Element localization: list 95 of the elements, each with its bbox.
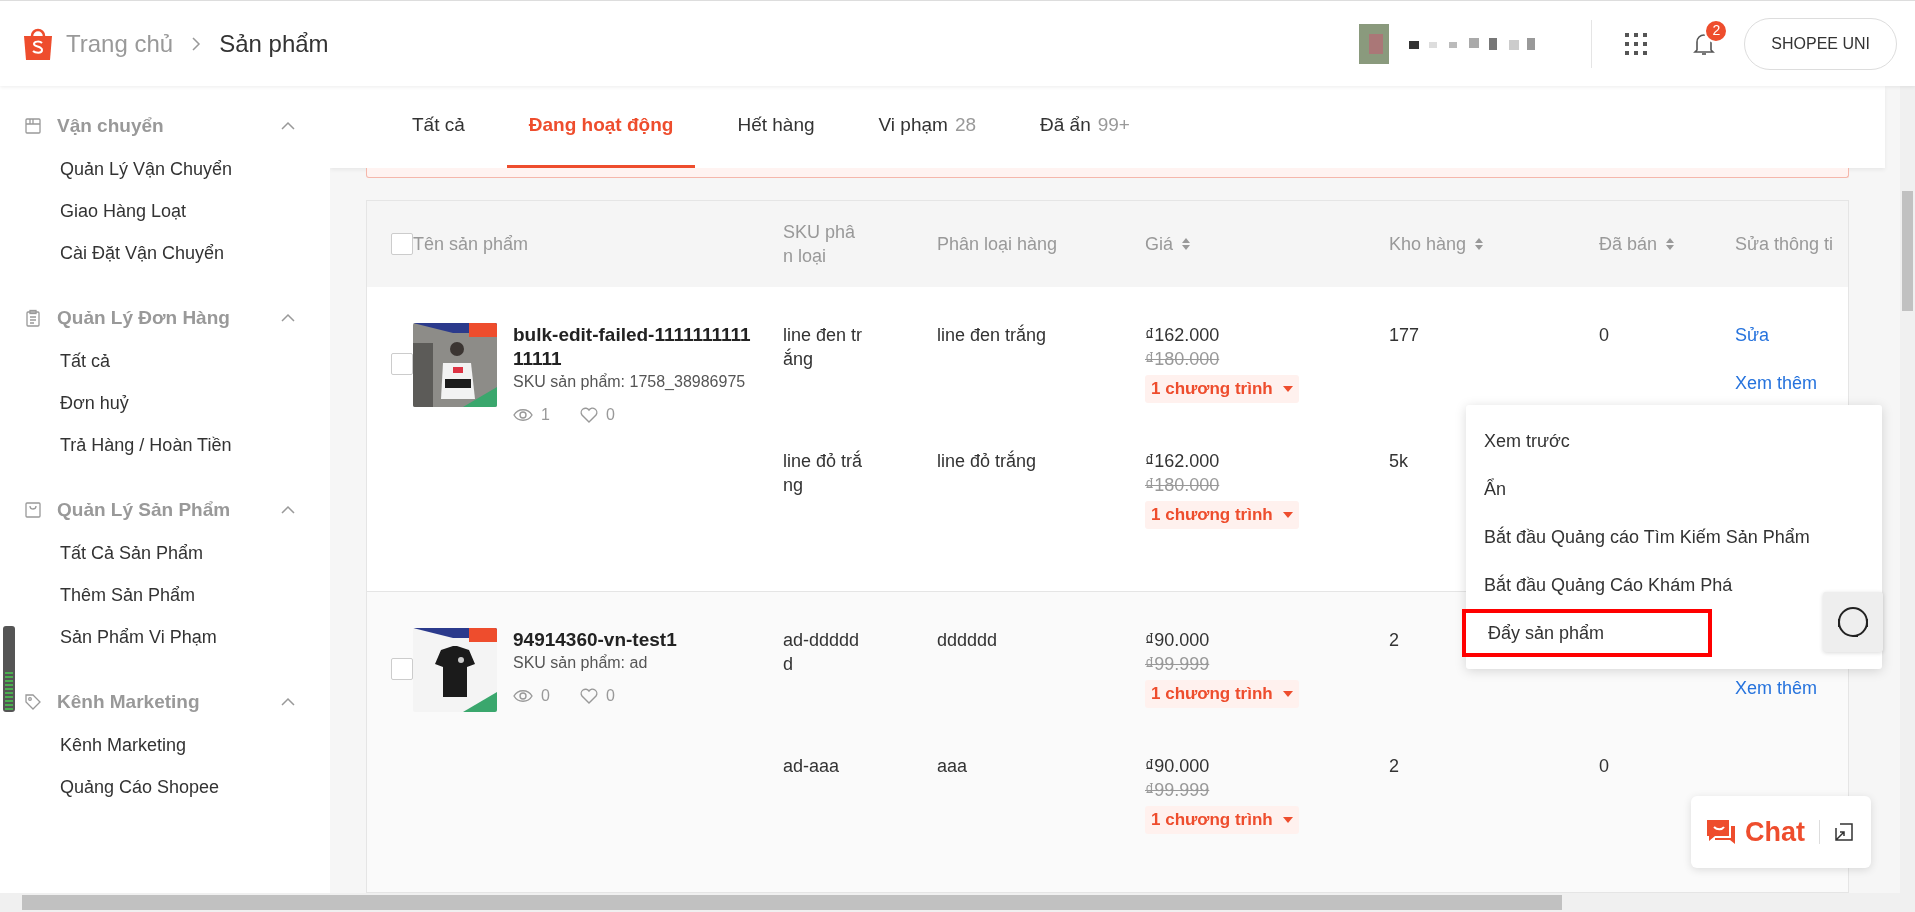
vertical-scrollbar[interactable] (1902, 191, 1913, 311)
checkbox[interactable] (391, 658, 413, 680)
price: ₫162.000 (1145, 450, 1220, 473)
variant-name: line đen trắng (937, 325, 1047, 345)
column-header: Sửa thông ti (1735, 232, 1834, 256)
like-count: 0 (605, 405, 615, 425)
checkbox[interactable] (391, 353, 413, 375)
menu-item[interactable]: Ẩn (1466, 465, 1882, 513)
sidebar-item[interactable]: Giao Hàng Loạt (60, 190, 296, 232)
view-count: 0 (541, 686, 550, 706)
tab[interactable]: Hết hàng (715, 86, 837, 168)
stock: 5k (1389, 451, 1408, 471)
menu-item[interactable]: Bắt đầu Quảng Cáo Khám Phá (1466, 561, 1882, 609)
column-header: Phân loại hàng (937, 233, 1059, 256)
like-count: 0 (605, 686, 615, 706)
chevron-up-icon[interactable] (280, 121, 296, 131)
price: ₫162.000 (1145, 324, 1220, 347)
caret-icon (1282, 512, 1293, 518)
box-icon (24, 117, 42, 135)
expand-icon[interactable] (1834, 822, 1854, 842)
sold-count: 0 (1599, 756, 1609, 776)
bag-icon (24, 501, 42, 519)
column-header: Tên sản phẩm (413, 232, 529, 256)
sort-icon[interactable] (1474, 237, 1485, 251)
variant-name: aaa (937, 756, 968, 776)
action-link[interactable]: Xem thêm (1735, 371, 1848, 395)
sidebar-item[interactable]: Kênh Marketing (60, 724, 296, 766)
chevron-right-icon (191, 35, 202, 52)
eye-icon (513, 689, 533, 703)
tab[interactable]: Đã ẩn 99+ (1018, 86, 1152, 168)
sidebar-section-title: Kênh Marketing (57, 689, 201, 714)
chat-button[interactable]: Chat (1707, 811, 1805, 853)
sort-icon[interactable] (1665, 237, 1676, 251)
sidebar-item[interactable]: Đơn huỷ (60, 382, 296, 424)
stock: 2 (1389, 630, 1399, 650)
sidebar-item[interactable]: Trả Hàng / Hoàn Tiền (60, 424, 296, 466)
caret-icon (1282, 691, 1293, 697)
apps-grid-icon[interactable] (1624, 31, 1649, 56)
product-sku: SKU sản phẩm: 1758_38986975 (513, 372, 747, 392)
caret-icon (1282, 817, 1293, 823)
breadcrumb-item: Sản phẩm (219, 28, 329, 59)
chevron-up-icon[interactable] (280, 313, 296, 323)
original-price: ₫99.999 (1145, 779, 1210, 802)
notification-badge: 2 (1704, 18, 1729, 43)
stock: 177 (1389, 325, 1420, 345)
price: ₫90.000 (1145, 755, 1210, 778)
chevron-up-icon[interactable] (280, 697, 296, 707)
heart-icon (579, 407, 598, 423)
product-name[interactable]: 94914360-vn-test1 (513, 628, 759, 652)
menu-item[interactable]: Bắt đầu Quảng cáo Tìm Kiếm Sản Phẩm (1466, 513, 1882, 561)
sidebar-item[interactable]: Quản Lý Vận Chuyển (60, 148, 296, 190)
variant-sku: ad-dddddd (783, 629, 861, 676)
tab[interactable]: Vi phạm 28 (856, 86, 999, 168)
chat-bubbles-icon (1707, 818, 1735, 846)
heart-icon (579, 688, 598, 704)
clipboard-icon (24, 309, 42, 327)
sidebar-item[interactable]: Tất Cả Sản Phẩm (60, 532, 296, 574)
chevron-up-icon[interactable] (280, 505, 296, 515)
checkbox[interactable] (391, 233, 413, 255)
sold-count: 0 (1599, 325, 1609, 345)
level-meter-icon (3, 626, 15, 712)
sort-icon[interactable] (1181, 237, 1191, 251)
sidebar-item[interactable]: Tất cả (60, 340, 296, 382)
variant-name: line đỏ trắng (937, 451, 1037, 471)
variant-name: dddddd (937, 630, 998, 650)
tab[interactable]: Tất cả (390, 86, 487, 168)
caret-icon (1282, 386, 1293, 392)
sidebar-item[interactable]: Thêm Sản Phẩm (60, 574, 296, 616)
variant-sku: ad-aaa (783, 755, 841, 778)
action-link[interactable]: Xem thêm (1735, 676, 1848, 700)
support-button[interactable] (1823, 592, 1883, 652)
view-count: 1 (541, 405, 550, 425)
variant-sku: line đỏ trắng (783, 449, 863, 497)
stock: 2 (1389, 756, 1399, 776)
sidebar-section-title: Vận chuyển (57, 113, 165, 138)
sidebar-item[interactable]: Quảng Cáo Shopee (60, 766, 296, 808)
horizontal-scrollbar[interactable] (22, 895, 1562, 910)
sidebar-item[interactable]: Sản Phẩm Vi Phạm (60, 616, 296, 658)
variant-sku: line đen trắng (783, 324, 863, 371)
sidebar-section-title: Quản Lý Đơn Hàng (57, 305, 231, 330)
menu-item[interactable]: Xem trước (1466, 417, 1882, 465)
original-price: ₫180.000 (1145, 474, 1220, 497)
account-button[interactable]: SHOPEE UNI (1744, 17, 1897, 70)
original-price: ₫99.999 (1145, 653, 1210, 676)
product-sku: SKU sản phẩm: ad (513, 653, 649, 673)
menu-item[interactable]: Đẩy sản phẩm (1462, 609, 1712, 657)
action-link[interactable]: Sửa (1735, 323, 1848, 347)
sidebar-section-title: Quản Lý Sản Phẩm (57, 497, 232, 522)
tag-icon (24, 693, 42, 711)
column-header: SKU phân loại (783, 221, 857, 268)
product-name[interactable]: bulk-edit-failed-111111111111111 (513, 323, 759, 371)
original-price: ₫180.000 (1145, 348, 1220, 371)
price: ₫90.000 (1145, 629, 1210, 652)
sidebar-item[interactable]: Cài Đặt Vận Chuyển (60, 232, 296, 274)
eye-icon (513, 408, 533, 422)
